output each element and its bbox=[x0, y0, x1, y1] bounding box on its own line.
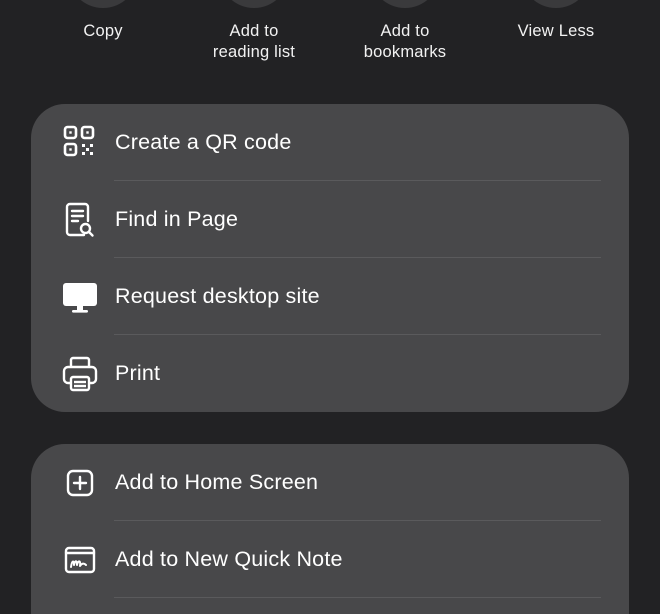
add-to-reading-list-action[interactable]: Add to reading list bbox=[179, 0, 329, 80]
menu-group-1: Create a QR code Find in Page Request de… bbox=[31, 104, 629, 412]
request-desktop-site-item[interactable]: Request desktop site bbox=[31, 258, 629, 335]
find-in-page-label: Find in Page bbox=[115, 207, 239, 231]
create-qr-code-item[interactable]: Create a QR code bbox=[31, 104, 629, 181]
menu-group-2: Add to Home Screen Add to New Quick Note bbox=[31, 444, 629, 614]
add-to-bookmarks-action[interactable]: Add to bookmarks bbox=[330, 0, 480, 80]
add-to-new-quick-note-item[interactable]: Add to New Quick Note bbox=[31, 521, 629, 598]
desktop-icon bbox=[61, 278, 99, 316]
create-qr-code-label: Create a QR code bbox=[115, 130, 292, 154]
qr-code-icon bbox=[61, 124, 99, 162]
add-square-icon bbox=[61, 464, 99, 502]
divider bbox=[114, 597, 601, 598]
view-less-action[interactable]: View Less bbox=[481, 0, 631, 80]
add-to-reading-list-label: Add to reading list bbox=[212, 22, 296, 61]
printer-icon bbox=[61, 355, 99, 393]
add-to-home-screen-item[interactable]: Add to Home Screen bbox=[31, 444, 629, 521]
find-in-page-item[interactable]: Find in Page bbox=[31, 181, 629, 258]
print-item[interactable]: Print bbox=[31, 335, 629, 412]
copy-icon bbox=[68, 0, 138, 8]
add-to-home-screen-label: Add to Home Screen bbox=[115, 470, 319, 494]
copy-action-label: Copy bbox=[83, 22, 123, 40]
print-label: Print bbox=[115, 361, 161, 385]
chevron-up-icon bbox=[521, 0, 591, 8]
copy-action[interactable]: Copy bbox=[28, 0, 178, 80]
share-sheet: Copy Add to reading list Add to bookmark… bbox=[0, 0, 660, 614]
bookmark-icon bbox=[370, 0, 440, 8]
view-less-label: View Less bbox=[517, 22, 595, 40]
add-to-bookmarks-label: Add to bookmarks bbox=[363, 22, 447, 61]
share-actions-row: Copy Add to reading list Add to bookmark… bbox=[0, 0, 660, 90]
reading-list-icon bbox=[219, 0, 289, 8]
quick-note-icon bbox=[61, 541, 99, 579]
request-desktop-site-label: Request desktop site bbox=[115, 284, 320, 308]
find-in-page-icon bbox=[61, 201, 99, 239]
add-to-new-quick-note-label: Add to New Quick Note bbox=[115, 547, 343, 571]
